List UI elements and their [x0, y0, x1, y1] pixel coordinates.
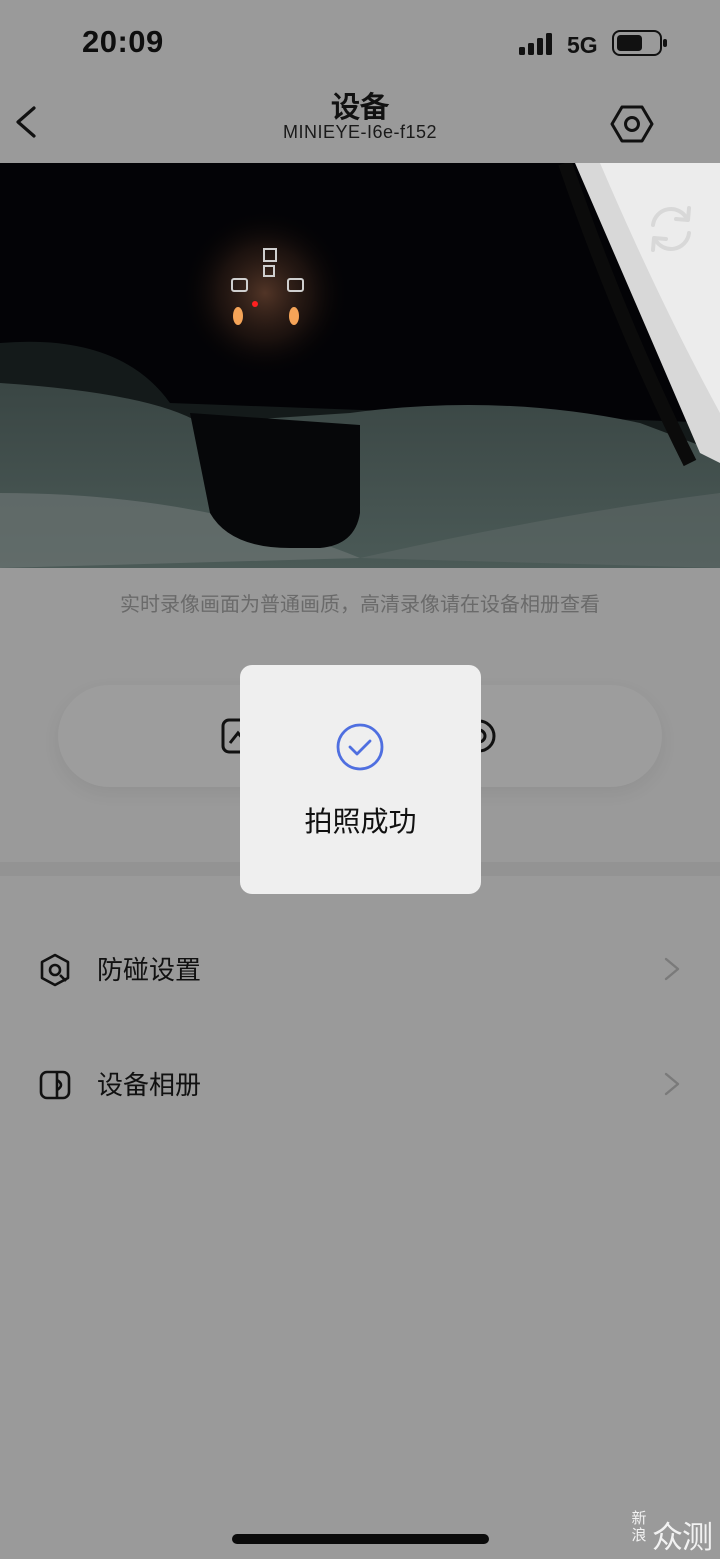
success-toast: 拍照成功: [240, 665, 481, 894]
check-circle-icon: [336, 723, 384, 771]
live-video-frame: [0, 163, 720, 568]
cellular-signal-icon: [519, 33, 552, 55]
refresh-icon[interactable]: [645, 203, 697, 255]
menu-item-label: 防碰设置: [97, 956, 202, 986]
watermark-large: 众测: [652, 1520, 713, 1556]
hexagon-gear-icon[interactable]: [608, 100, 656, 148]
live-video-view[interactable]: [0, 163, 720, 568]
album-icon: [39, 1070, 71, 1100]
menu-item-collision-settings[interactable]: 防碰设置: [0, 922, 720, 1018]
watermark: 新浪 众测: [628, 1509, 714, 1557]
battery-icon: [612, 30, 667, 56]
chevron-right-icon: [664, 1072, 680, 1096]
toast-message: 拍照成功: [304, 805, 417, 838]
shield-gear-icon: [40, 953, 70, 987]
nav-bar: 设备 MINIEYE-I6e-f152: [0, 80, 720, 163]
menu-item-label: 设备相册: [97, 1071, 202, 1101]
watermark-small: 新浪: [631, 1509, 647, 1544]
network-label: 5G: [567, 32, 598, 58]
menu-item-device-album[interactable]: 设备相册: [0, 1037, 720, 1133]
chevron-right-icon: [664, 957, 680, 981]
status-time: 20:09: [82, 24, 164, 59]
live-quality-hint: 实时录像画面为普通画质，高清录像请在设备相册查看: [120, 592, 600, 616]
status-bar: 20:09 5G: [0, 0, 720, 80]
home-indicator[interactable]: [232, 1534, 489, 1544]
